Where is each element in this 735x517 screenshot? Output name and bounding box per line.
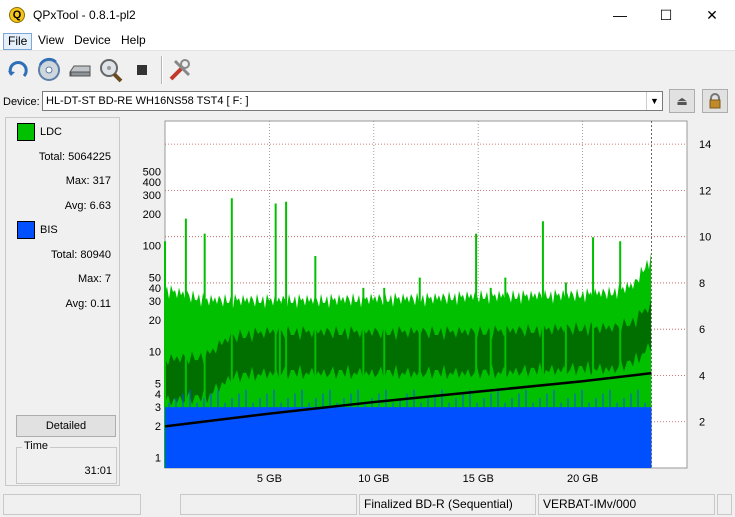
scan-chart: 1 2 3 4 5 10 20 30 40 50 100 200 300 400 500 2 4 6 8 10 12 1…	[127, 117, 730, 486]
close-icon[interactable]: ✕	[689, 0, 735, 31]
disc-scan-icon[interactable]	[35, 56, 63, 84]
toolbar-separator	[161, 56, 163, 84]
refresh-icon[interactable]	[4, 56, 32, 84]
ldc-avg-label: Avg:	[64, 200, 87, 212]
chart-svg: 123451020304050100200300400500 246810121…	[143, 120, 711, 485]
menu-bar: File View Device Help	[0, 31, 735, 51]
y-right-tick-label: 8	[699, 278, 705, 290]
device-label: Device:	[3, 96, 40, 108]
y-right-tick-label: 4	[699, 370, 705, 382]
ldc-total-label: Total:	[38, 151, 66, 163]
stats-panel: LDC Total: 5064225 Max: 317 Avg: 6.63 BI…	[5, 117, 120, 486]
ldc-label: LDC	[40, 126, 63, 138]
y-left-tick-label: 2	[155, 421, 161, 433]
eject-button[interactable]: ⏏	[669, 89, 695, 113]
device-select[interactable]: HL-DT-ST BD-RE WH16NS58 TST4 [ F: ] ▼	[42, 91, 663, 111]
x-tick-label: 10 GB	[358, 473, 389, 485]
menu-help[interactable]: Help	[117, 33, 150, 50]
ldc-total: Total: 5064225	[39, 151, 111, 163]
y-left-tick-label: 500	[143, 167, 161, 179]
stop-icon[interactable]	[128, 56, 156, 84]
y-right-tick-label: 10	[699, 232, 711, 244]
y-left-tick-label: 3	[155, 402, 161, 414]
app-icon: Q	[9, 7, 25, 23]
y-right-tick-label: 6	[699, 324, 705, 336]
lock-icon	[709, 93, 721, 109]
y-left-tick-label: 50	[149, 273, 161, 285]
title-bar: Q QPxTool - 0.8.1-pl2 — ☐ ✕	[0, 0, 735, 31]
device-row: Device: HL-DT-ST BD-RE WH16NS58 TST4 [ F…	[0, 88, 735, 115]
y-left-tick-label: 100	[143, 241, 161, 253]
bis-avg-label: Avg:	[65, 298, 88, 310]
status-media-id: VERBAT-IMv/000	[538, 494, 715, 515]
y-left-tick-label: 4	[155, 389, 161, 401]
device-value: HL-DT-ST BD-RE WH16NS58 TST4 [ F: ]	[46, 95, 249, 107]
ldc-max-label: Max:	[65, 175, 90, 187]
eject-icon: ⏏	[676, 94, 688, 108]
ldc-avg: Avg: 6.63	[65, 200, 111, 212]
y-left-tick-label: 10	[149, 347, 161, 359]
toolbar	[0, 52, 735, 87]
tools-icon[interactable]	[166, 56, 194, 84]
drive-icon[interactable]	[66, 56, 94, 84]
time-value: 31:01	[84, 465, 112, 477]
time-group: Time 31:01	[16, 440, 117, 484]
y-right-tick-label: 14	[699, 139, 711, 151]
status-cell-1	[3, 494, 141, 515]
bis-max: Max: 7	[78, 273, 111, 285]
y-left-tick-label: 400	[143, 177, 161, 189]
bis-total: Total: 80940	[51, 249, 111, 261]
magnify-disc-icon[interactable]	[97, 56, 125, 84]
bis-label: BIS	[40, 224, 58, 236]
bis-avg-value: 0.11	[90, 298, 111, 310]
bis-avg: Avg: 0.11	[66, 298, 111, 310]
menu-view[interactable]: View	[34, 33, 68, 50]
y-right-tick-label: 12	[699, 185, 711, 197]
y-left-tick-label: 30	[149, 296, 161, 308]
bis-total-label: Total:	[51, 249, 78, 261]
status-cell-2	[180, 494, 357, 515]
maximize-icon[interactable]: ☐	[643, 0, 689, 31]
y-left-tick-label: 40	[149, 283, 161, 295]
time-label: Time	[22, 440, 51, 452]
bis-total-value: 80940	[80, 249, 111, 261]
ldc-total-value: 5064225	[68, 151, 111, 163]
x-tick-label: 5 GB	[257, 473, 282, 485]
x-tick-label: 15 GB	[463, 473, 494, 485]
status-cell-5	[717, 494, 732, 515]
y-left-tick-label: 20	[149, 315, 161, 327]
bis-max-value: 7	[104, 273, 111, 285]
y-left-tick-label: 5	[155, 379, 161, 391]
bis-color-swatch	[17, 221, 35, 239]
status-bar: Finalized BD-R (Sequential) VERBAT-IMv/0…	[0, 493, 735, 517]
y-left-tick-label: 300	[143, 190, 161, 202]
window-title: QPxTool - 0.8.1-pl2	[33, 8, 136, 22]
ldc-max: Max: 317	[66, 175, 111, 187]
dropdown-arrow-icon[interactable]: ▼	[646, 92, 662, 110]
x-tick-label: 20 GB	[567, 473, 598, 485]
y-left-tick-label: 1	[155, 453, 161, 465]
y-right-tick-label: 2	[699, 417, 705, 429]
y-left-tick-label: 200	[143, 209, 161, 221]
menu-file[interactable]: File	[3, 33, 33, 50]
menu-device[interactable]: Device	[70, 33, 115, 50]
ldc-avg-value: 6.63	[89, 200, 111, 212]
lock-button[interactable]	[702, 89, 728, 113]
ldc-color-swatch	[17, 123, 35, 141]
ldc-max-value: 317	[92, 175, 111, 187]
bis-max-label: Max:	[77, 273, 102, 285]
detailed-button[interactable]: Detailed	[16, 415, 116, 437]
minimize-icon[interactable]: —	[597, 0, 643, 31]
status-disc-type: Finalized BD-R (Sequential)	[359, 494, 536, 515]
